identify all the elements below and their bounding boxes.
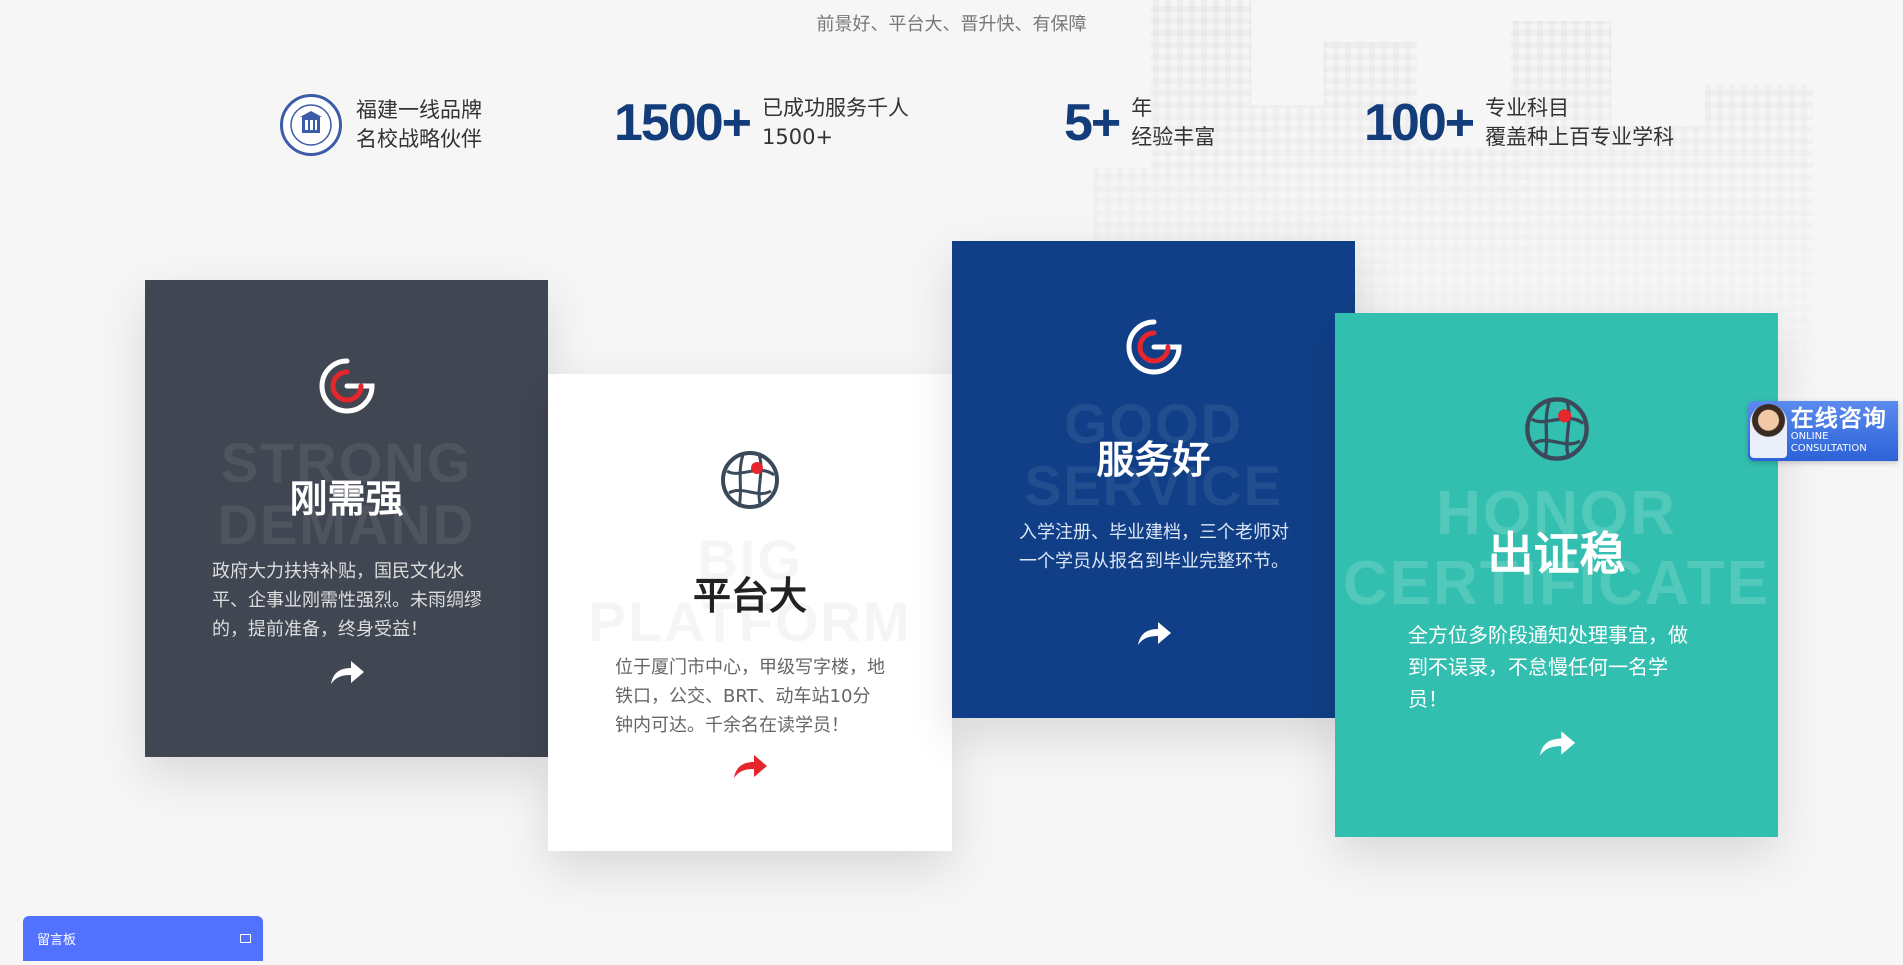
consultant-avatar [1750,404,1787,458]
message-board-label: 留言板 [37,933,77,948]
target-icon [1126,319,1182,375]
share-arrow-icon[interactable] [1134,619,1174,649]
globe-icon [721,451,779,509]
stat-line2: 1500+ [762,125,834,149]
globe-icon [1524,397,1589,461]
card-desc: 位于厦门市中心，甲级写字楼，地铁口，公交、BRT、动车站10分钟内可达。千余名在… [615,657,885,736]
card-desc: 入学注册、毕业建档，三个老师对一个学员从报名到毕业完整环节。 [1019,522,1289,572]
stat-partner: 福建一线品牌 名校战略伙伴 [280,94,482,156]
share-arrow-icon[interactable] [327,658,367,688]
target-icon [319,358,375,414]
online-consultation-button[interactable]: 在线咨询 ONLINE CONSULTATION [1748,401,1898,461]
stat-served: 1500+ 已成功服务千人 1500+ [614,93,909,153]
stat-line2: 覆盖种上百专业学科 [1485,125,1675,149]
card-title: 平台大 [692,576,807,618]
stat-years: 5+ 年 经验丰富 [1064,93,1215,153]
stat-line2: 名校战略伙伴 [356,127,482,151]
maximize-icon[interactable] [240,934,251,943]
stat-number: 1500+ [614,94,752,152]
card-desc: 政府大力扶持补贴，国民文化水平、企事业刚需性强烈。未雨绸缪的，提前准备，终身受益… [212,561,482,640]
share-arrow-icon[interactable] [730,752,770,782]
card-title: 服务好 [1096,440,1211,482]
stat-line2: 经验丰富 [1131,125,1216,149]
tagline: 前景好、平台大、晋升快、有保障 [816,14,1087,35]
card-big-platform[interactable]: BIG PLATFORM 平台大 位于厦门市中心，甲级写字楼，地铁口，公交、BR… [548,374,952,851]
card-title: 刚需强 [289,479,404,521]
card-honor-certificate[interactable]: HONOR CERTIFICATE 出证稳 全方位多阶段通知处理事宜，做到不误录… [1335,313,1778,837]
stat-line1: 年 [1131,96,1153,120]
card-good-service[interactable]: GOOD SERVICE 服务好 入学注册、毕业建档，三个老师对一个学员从报名到… [952,241,1355,718]
stat-number: 100+ [1364,94,1475,152]
consult-label-cn: 在线咨询 [1790,406,1887,432]
card-strong-demand[interactable]: STRONG DEMAND 刚需强 政府大力扶持补贴，国民文化水平、企事业刚需性… [145,280,548,757]
university-seal-icon [280,94,342,156]
stat-line1: 福建一线品牌 [356,98,482,122]
card-desc: 全方位多阶段通知处理事宜，做到不误录，不怠慢任何一名学员！ [1408,623,1688,711]
card-title: 出证稳 [1487,528,1626,580]
consult-label-en: ONLINE CONSULTATION [1790,431,1867,454]
stat-number: 5+ [1064,94,1121,152]
stat-line1: 专业科目 [1485,96,1570,120]
message-board-bar[interactable]: 留言板 [23,916,263,961]
stat-subjects: 100+ 专业科目 覆盖种上百专业学科 [1364,93,1674,153]
stat-line1: 已成功服务千人 [762,96,910,120]
share-arrow-icon[interactable] [1535,728,1579,760]
